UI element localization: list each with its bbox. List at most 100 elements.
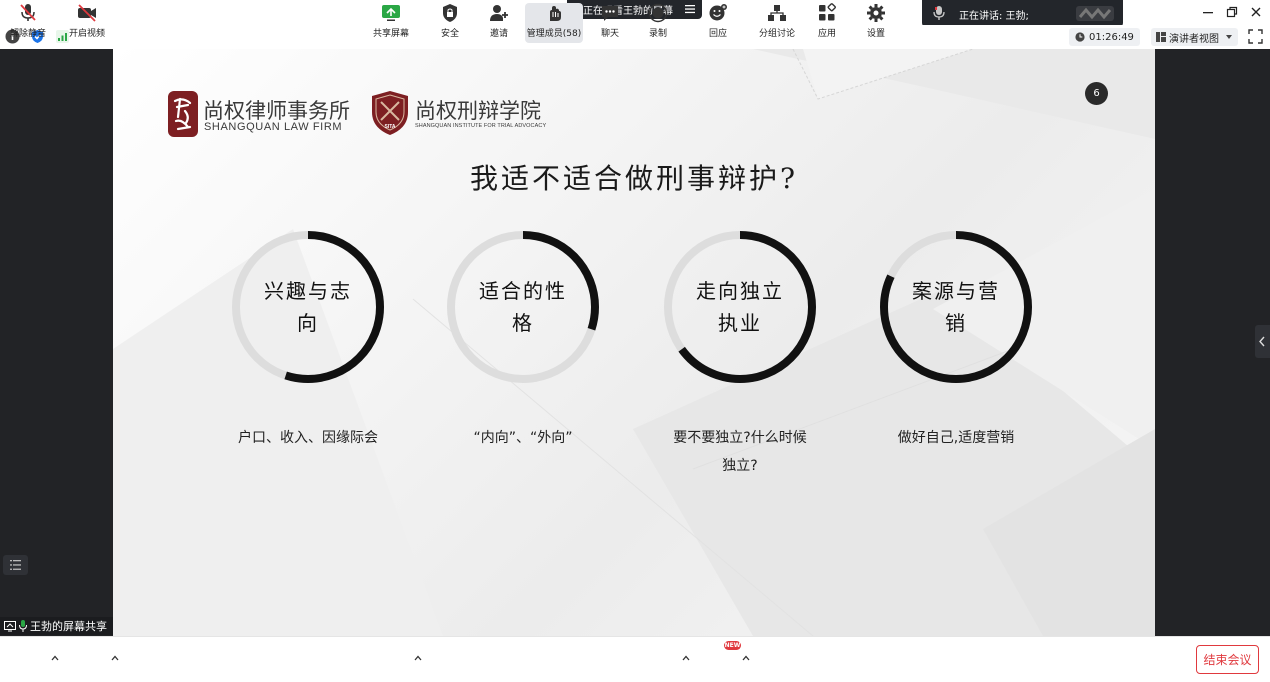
ring-label-1-line1: 兴趣与志	[264, 279, 352, 303]
chevron-up-icon[interactable]	[111, 655, 119, 661]
settings-button[interactable]: 设置	[859, 3, 893, 43]
ring-label-1: 兴趣与志向	[248, 227, 368, 387]
view-mode-button[interactable]: 演讲者视图	[1151, 28, 1238, 46]
start-video-button[interactable]: 开启视频	[67, 3, 107, 43]
minimize-icon[interactable]	[1200, 4, 1216, 20]
ring-label-2-line1: 适合的性	[479, 279, 567, 303]
share-screen-label: 共享屏幕	[372, 29, 409, 39]
microphone-icon	[933, 6, 945, 20]
menu-icon[interactable]	[685, 4, 695, 14]
start-video-label: 开启视频	[68, 29, 105, 39]
screen-share-owner-text: 王勃的屏幕共享	[30, 620, 107, 633]
shared-slide: 6 尚权律师事务所 SHANGQUAN LAW FIRM SITA 尚权刑辩学院…	[113, 49, 1155, 636]
meeting-toolbar	[0, 636, 1270, 682]
new-badge: NEW	[724, 641, 741, 650]
ring-label-2-line2: 格	[512, 311, 534, 335]
security-shield-icon	[443, 4, 457, 22]
law-firm-logo-icon	[168, 91, 198, 137]
active-speaker-banner: 正在讲话: 王勃;	[922, 0, 1123, 27]
slide-title: 我适不适合做刑事辩护?	[469, 162, 798, 195]
manage-members-button[interactable]: 管理成员(58)	[525, 3, 583, 43]
meeting-timer-text: 01:26:49	[1089, 31, 1134, 43]
slide-page-number: 6	[1085, 82, 1108, 105]
meeting-info-bar: 01:26:49 演讲者视图	[0, 25, 1270, 49]
collapse-panel-button[interactable]	[1255, 325, 1270, 358]
ring-caption-3-line1: 要不要独立?什么时候	[673, 430, 807, 446]
end-meeting-button[interactable]: 结束会议	[1196, 645, 1259, 674]
add-user-icon	[490, 5, 508, 21]
viewing-screen-banner[interactable]: 您正在观看王勃的屏幕	[567, 0, 702, 19]
manage-members-label: 管理成员(58)	[526, 29, 582, 39]
emoji-reaction-icon	[709, 4, 727, 21]
reactions-button[interactable]: 回应	[701, 3, 735, 43]
members-hand-icon	[550, 6, 561, 21]
security-label: 安全	[440, 29, 459, 39]
invite-label: 邀请	[489, 29, 508, 39]
settings-label: 设置	[866, 29, 885, 39]
ring-label-4: 案源与营销	[896, 227, 1016, 387]
breakout-rooms-label: 分组讨论	[758, 29, 795, 39]
institute-name-en: SHANGQUAN INSTITUTE FOR TRIAL ADVOCACY	[415, 123, 547, 129]
breakout-rooms-button[interactable]: 分组讨论	[757, 3, 797, 43]
topic-ring-3: 走向独立 执业	[660, 227, 820, 387]
title-bar: 您正在观看王勃的屏幕 正在讲话: 王勃;	[0, 0, 1270, 27]
unmute-label: 解除静音	[9, 29, 46, 39]
microphone-muted-icon	[20, 4, 36, 21]
speaker-view-icon	[1156, 32, 1166, 42]
apps-grid-icon	[819, 3, 836, 21]
ring-label-4-line1: 案源与营	[912, 279, 1000, 303]
chevron-up-icon[interactable]	[414, 655, 422, 661]
record-label: 录制	[648, 29, 667, 39]
view-mode-label: 演讲者视图	[1169, 33, 1219, 45]
ring-label-3-line1: 走向独立	[696, 279, 784, 303]
chat-button[interactable]: 聊天	[593, 3, 627, 43]
ring-caption-3: 要不要独立?什么时候 独立?	[640, 424, 840, 480]
chat-bubble-icon	[602, 6, 618, 21]
ring-label-2: 适合的性格	[463, 227, 583, 387]
record-button[interactable]: 录制	[641, 3, 675, 43]
blurred-avatar-icon	[1076, 6, 1114, 21]
ring-label-4-line2: 销	[945, 311, 967, 335]
apps-label: 应用	[817, 29, 836, 39]
screen-share-owner-label: 王勃的屏幕共享	[0, 617, 113, 635]
institute-shield-logo-icon: SITA	[372, 91, 408, 135]
chat-label: 聊天	[600, 29, 619, 39]
screen-share-icon	[4, 620, 16, 631]
ring-label-1-line2: 向	[297, 311, 319, 335]
chevron-down-icon	[1226, 35, 1232, 39]
active-speaker-text: 正在讲话: 王勃;	[959, 11, 1029, 22]
ring-caption-1-line1: 户口、收入、因缘际会	[238, 430, 378, 446]
share-screen-button[interactable]: 共享屏幕	[372, 3, 410, 43]
ring-caption-4-line1: 做好自己,适度营销	[897, 430, 1015, 446]
ring-caption-3-line2: 独立?	[722, 458, 758, 474]
ring-caption-2-line1: “内向”、“外向”	[473, 430, 573, 446]
reactions-label: 回应	[708, 29, 727, 39]
restore-icon[interactable]	[1224, 4, 1240, 20]
chevron-up-icon[interactable]	[742, 655, 750, 661]
ring-caption-1: 户口、收入、因缘际会	[208, 424, 408, 452]
ring-caption-4: 做好自己,适度营销	[856, 424, 1056, 452]
apps-button[interactable]: 应用	[810, 3, 844, 43]
close-icon[interactable]	[1248, 4, 1264, 20]
microphone-on-icon	[19, 620, 27, 632]
gear-icon	[867, 4, 885, 22]
law-firm-name-en: SHANGQUAN LAW FIRM	[204, 121, 343, 133]
chevron-up-icon[interactable]	[51, 655, 59, 661]
list-toggle-button[interactable]	[3, 555, 28, 575]
ring-label-3-line2: 执业	[718, 311, 762, 335]
record-icon	[648, 3, 668, 23]
institute-name-cn: 尚权刑辩学院	[415, 99, 541, 123]
fullscreen-icon[interactable]	[1248, 29, 1263, 44]
chevron-up-icon[interactable]	[682, 655, 690, 661]
institute-logo-badge-text: SITA	[384, 124, 395, 130]
security-button[interactable]: 安全	[433, 3, 467, 43]
breakout-rooms-icon	[768, 5, 786, 21]
invite-button[interactable]: 邀请	[482, 3, 516, 43]
ring-caption-2: “内向”、“外向”	[423, 424, 623, 452]
ring-label-3: 走向独立 执业	[680, 227, 800, 387]
unmute-button[interactable]: 解除静音	[8, 3, 48, 43]
chevron-left-icon	[1259, 336, 1265, 347]
topic-ring-1: 兴趣与志向	[228, 227, 388, 387]
meeting-timer: 01:26:49	[1069, 28, 1140, 46]
list-icon	[10, 560, 21, 570]
